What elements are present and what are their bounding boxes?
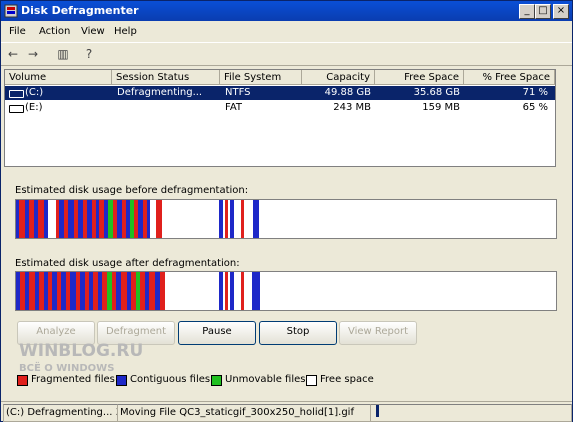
defrag-app-icon	[4, 4, 18, 18]
menu-view[interactable]: View	[81, 26, 105, 37]
col-free-space[interactable]: Free Space	[375, 70, 464, 85]
legend-label: Contiguous files	[130, 374, 211, 385]
legend-label: Free space	[320, 374, 374, 385]
window-title: Disk Defragmenter	[21, 4, 139, 17]
menu-action[interactable]: Action	[39, 26, 70, 37]
col-file-system[interactable]: File System	[220, 70, 302, 85]
menu-help[interactable]: Help	[114, 26, 137, 37]
close-button[interactable]: ×	[553, 4, 569, 19]
col-pct-free-space[interactable]: % Free Space	[464, 70, 555, 85]
cell-volume: (E:)	[25, 102, 43, 113]
status-progress-cell	[370, 404, 572, 422]
legend-label: Unmovable files	[225, 374, 306, 385]
cell-free: 159 MB	[422, 102, 460, 113]
toolbar: ← → ▥ ?	[1, 42, 572, 66]
cell-capacity: 49.88 GB	[324, 87, 371, 98]
maximize-button[interactable]: □	[535, 4, 551, 19]
pause-button[interactable]: Pause	[178, 321, 256, 345]
cell-pct: 71 %	[522, 87, 548, 98]
status-moving-file: Moving File QC3_staticgif_300x250_holid[…	[117, 404, 371, 422]
col-capacity[interactable]: Capacity	[302, 70, 375, 85]
volume-list: Volume Session Status File System Capaci…	[4, 69, 556, 167]
col-volume[interactable]: Volume	[5, 70, 112, 85]
cell-fs: NTFS	[225, 87, 251, 98]
cell-capacity: 243 MB	[333, 102, 371, 113]
forward-arrow-icon[interactable]: →	[25, 46, 41, 62]
before-usage-bar	[15, 199, 557, 239]
drive-icon	[9, 105, 24, 113]
back-arrow-icon[interactable]: ←	[5, 46, 21, 62]
cell-volume: (C:)	[25, 87, 44, 98]
cell-status: Defragmenting...	[117, 87, 203, 98]
show-hide-console-tree-icon[interactable]: ▥	[55, 46, 71, 62]
cell-free: 35.68 GB	[413, 87, 460, 98]
legend-label: Fragmented files	[31, 374, 115, 385]
volume-row-e[interactable]: (E:) FAT 243 MB 159 MB 65 %	[5, 101, 555, 115]
watermark-line1: WINBLOG.RU	[19, 341, 144, 361]
title-bar: Disk Defragmenter _ □ ×	[1, 1, 572, 21]
contiguous-swatch	[116, 375, 127, 386]
before-label: Estimated disk usage before defragmentat…	[15, 185, 249, 196]
after-label: Estimated disk usage after defragmentati…	[15, 258, 240, 269]
menu-bar: File Action View Help	[1, 23, 572, 41]
menu-file[interactable]: File	[9, 26, 26, 37]
status-bar: (C:) Defragmenting... 3% Moving File QC3…	[1, 401, 572, 422]
cell-pct: 65 %	[522, 102, 548, 113]
after-usage-bar	[15, 271, 557, 311]
status-progress-text: (C:) Defragmenting... 3%	[3, 404, 118, 422]
help-icon[interactable]: ?	[81, 46, 97, 62]
unmovable-swatch	[211, 375, 222, 386]
minimize-button[interactable]: _	[519, 4, 535, 19]
watermark: WINBLOG.RU ВСЁ О WINDOWS	[19, 341, 143, 374]
col-session-status[interactable]: Session Status	[112, 70, 220, 85]
defrag-progress-bar	[376, 405, 379, 417]
stop-button[interactable]: Stop	[259, 321, 337, 345]
view-report-button[interactable]: View Report	[339, 321, 417, 345]
fragmented-swatch	[17, 375, 28, 386]
disk-defragmenter-window: Disk Defragmenter _ □ × File Action View…	[0, 0, 573, 422]
free-space-swatch	[306, 375, 317, 386]
cell-fs: FAT	[225, 102, 243, 113]
drive-icon	[9, 90, 24, 98]
volume-row-c[interactable]: (C:) Defragmenting... NTFS 49.88 GB 35.6…	[5, 86, 555, 100]
